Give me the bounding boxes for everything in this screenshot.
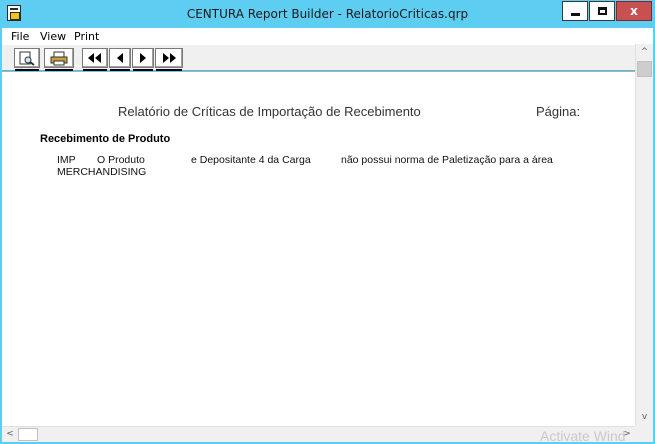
section-heading: Recebimento de Produto — [40, 133, 171, 145]
row-col-product: O Produto — [97, 154, 145, 166]
window-title: CENTURA Report Builder - RelatorioCritic… — [186, 7, 469, 21]
menu-print[interactable]: Print — [74, 30, 99, 43]
menu-view[interactable]: View — [40, 30, 66, 43]
activation-watermark: Activate Wind — [540, 428, 626, 444]
maximize-icon — [597, 7, 607, 15]
first-underline — [83, 69, 107, 71]
scroll-down-icon[interactable]: v — [636, 409, 653, 426]
printer-icon — [50, 51, 68, 65]
report-title: Relatório de Críticas de Importação de R… — [118, 104, 421, 119]
scroll-left-icon[interactable]: < — [2, 427, 18, 442]
maximize-button[interactable] — [589, 1, 615, 21]
vertical-scroll-thumb[interactable] — [637, 61, 652, 77]
toolbar — [2, 45, 653, 71]
minimize-button[interactable] — [562, 1, 588, 21]
prev-page-button[interactable] — [109, 48, 131, 71]
prev-page-icon — [117, 53, 123, 63]
report-page: Relatório de Críticas de Importação de R… — [2, 72, 635, 426]
print-button[interactable] — [44, 48, 74, 71]
page-preview-icon — [19, 51, 35, 66]
preview-button[interactable] — [14, 48, 40, 71]
minimize-icon — [570, 12, 580, 16]
preview-underline — [15, 69, 39, 71]
row-col-message: não possui norma de Paletização para a á… — [341, 154, 553, 166]
print-underline — [45, 69, 73, 71]
menu-file[interactable]: File — [11, 30, 29, 43]
close-button[interactable]: x — [616, 1, 652, 21]
last-page-icon — [163, 53, 176, 63]
scrollbar-corner — [635, 426, 653, 442]
row-col-area: MERCHANDISING — [57, 166, 147, 178]
first-page-icon — [88, 53, 101, 63]
prev-underline — [110, 69, 130, 71]
app-window: CENTURA Report Builder - RelatorioCritic… — [0, 0, 655, 444]
next-page-button[interactable] — [132, 48, 154, 71]
title-bar[interactable]: CENTURA Report Builder - RelatorioCritic… — [0, 0, 655, 28]
menu-bar: File View Print — [2, 28, 653, 45]
next-underline — [133, 69, 153, 71]
page-label: Página: — [536, 104, 581, 119]
row-col-depositor: e Depositante 4 da Carga — [191, 154, 311, 166]
row-col-type: IMP — [57, 154, 76, 166]
first-page-button[interactable] — [82, 48, 108, 71]
horizontal-scroll-thumb[interactable] — [18, 428, 38, 441]
last-page-button[interactable] — [155, 48, 183, 71]
vertical-scrollbar[interactable]: ^ v — [635, 44, 653, 426]
close-icon: x — [630, 4, 638, 18]
next-page-icon — [140, 53, 146, 63]
scroll-up-icon[interactable]: ^ — [636, 44, 653, 61]
last-underline — [156, 69, 182, 71]
